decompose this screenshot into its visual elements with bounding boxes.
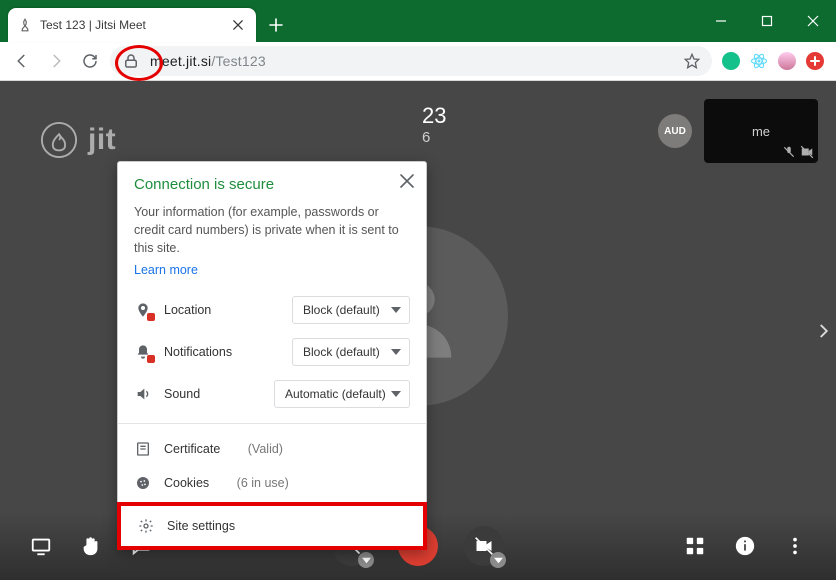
jitsi-flame-icon: [40, 121, 78, 159]
permission-list: Location Block (default) Notifications B…: [118, 283, 426, 417]
url-host: meet.jit.si: [150, 53, 211, 69]
tab-title: Test 123 | Jitsi Meet: [40, 18, 222, 32]
site-settings-row[interactable]: Site settings: [121, 506, 423, 546]
notifications-icon: [134, 344, 152, 360]
close-window-button[interactable]: [790, 0, 836, 42]
extension-red-icon[interactable]: [806, 52, 824, 70]
meet-stage: jit 23 6 AUD me: [0, 81, 836, 580]
participant-tiles: AUD me: [658, 99, 818, 163]
info-button[interactable]: [734, 535, 756, 557]
permission-sound: Sound Automatic (default): [118, 373, 426, 415]
jitsi-logo: jit: [40, 121, 116, 159]
tab-close-button[interactable]: [230, 17, 246, 33]
panel-description: Your information (for example, passwords…: [134, 203, 410, 257]
forward-button[interactable]: [42, 47, 70, 75]
permission-sound-select[interactable]: Automatic (default): [274, 380, 410, 408]
permission-notifications-select[interactable]: Block (default): [292, 338, 410, 366]
site-meta-list: Certificate (Valid) Cookies (6 in use): [118, 430, 426, 502]
participant-aud-badge[interactable]: AUD: [658, 114, 692, 148]
raise-hand-button[interactable]: [80, 535, 102, 557]
back-button[interactable]: [8, 47, 36, 75]
permission-location-select[interactable]: Block (default): [292, 296, 410, 324]
url-path: /Test123: [211, 53, 266, 69]
annotation-site-settings-highlight: Site settings: [117, 502, 427, 550]
permission-sound-label: Sound: [164, 387, 262, 401]
url-text: meet.jit.si/Test123: [150, 53, 674, 69]
browser-toolbar: meet.jit.si/Test123: [0, 42, 836, 81]
expand-panel-button[interactable]: [814, 322, 832, 340]
extension-devtools-icon[interactable]: [750, 52, 768, 70]
reload-button[interactable]: [76, 47, 104, 75]
gear-icon: [137, 518, 155, 534]
window-titlebar: Test 123 | Jitsi Meet: [0, 0, 836, 42]
certificate-label: Certificate: [164, 442, 220, 456]
permission-notifications: Notifications Block (default): [118, 331, 426, 373]
profile-avatar-icon[interactable]: [778, 52, 796, 70]
certificate-status: (Valid): [248, 442, 283, 456]
permission-notifications-label: Notifications: [164, 345, 280, 359]
window-controls: [698, 0, 836, 42]
tab-favicon-icon: [18, 18, 32, 32]
cookies-label: Cookies: [164, 476, 209, 490]
panel-title: Connection is secure: [134, 176, 410, 193]
new-tab-button[interactable]: [262, 11, 290, 39]
extension-grammarly-icon[interactable]: [722, 52, 740, 70]
location-icon: [134, 302, 152, 318]
tile-view-button[interactable]: [684, 535, 706, 557]
self-video-tile[interactable]: me: [704, 99, 818, 163]
extension-row: [718, 52, 828, 70]
tab-strip: Test 123 | Jitsi Meet: [0, 0, 290, 42]
site-info-panel: Connection is secure Your information (f…: [117, 161, 427, 550]
panel-close-button[interactable]: [396, 170, 418, 192]
certificate-icon: [134, 441, 152, 457]
cookies-row[interactable]: Cookies (6 in use): [118, 466, 426, 500]
meeting-header: 23 6: [422, 103, 446, 146]
mic-options-chevron-icon[interactable]: [358, 552, 374, 568]
address-bar[interactable]: meet.jit.si/Test123: [110, 46, 712, 76]
permission-location: Location Block (default): [118, 289, 426, 331]
site-settings-label: Site settings: [167, 519, 235, 533]
screen-share-button[interactable]: [30, 535, 52, 557]
cookies-icon: [134, 475, 152, 491]
camera-off-icon: [800, 145, 814, 159]
lock-icon[interactable]: [122, 52, 140, 70]
minimize-button[interactable]: [698, 0, 744, 42]
sound-icon: [134, 386, 152, 402]
camera-button[interactable]: [464, 526, 504, 566]
bookmark-star-icon[interactable]: [684, 53, 700, 69]
browser-tab[interactable]: Test 123 | Jitsi Meet: [8, 8, 256, 42]
jitsi-logo-text: jit: [88, 123, 116, 157]
meeting-title-fragment: 23: [422, 103, 446, 129]
certificate-row[interactable]: Certificate (Valid): [118, 432, 426, 466]
cookies-status: (6 in use): [237, 476, 289, 490]
meeting-subtitle-fragment: 6: [422, 129, 446, 146]
learn-more-link[interactable]: Learn more: [134, 263, 198, 277]
more-actions-button[interactable]: [784, 535, 806, 557]
self-label: me: [752, 124, 770, 139]
permission-location-label: Location: [164, 303, 280, 317]
mic-muted-icon: [782, 145, 796, 159]
camera-options-chevron-icon[interactable]: [490, 552, 506, 568]
maximize-button[interactable]: [744, 0, 790, 42]
